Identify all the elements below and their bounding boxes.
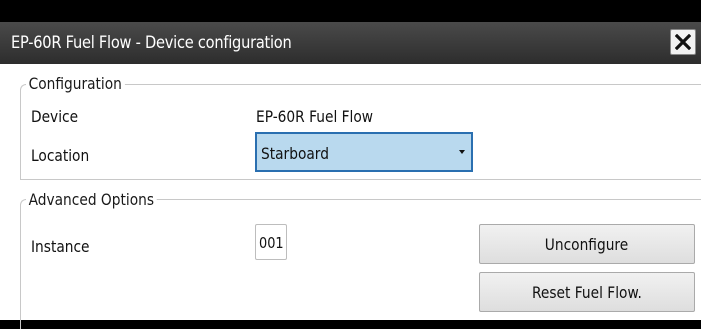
instance-value: 001 [259, 234, 284, 252]
instance-label: Instance [31, 237, 90, 256]
dropdown-arrow-icon [459, 150, 465, 154]
unconfigure-button[interactable]: Unconfigure [479, 224, 695, 264]
location-label: Location [31, 146, 90, 165]
top-strip [0, 0, 701, 22]
dialog-titlebar: EP-60R Fuel Flow - Device configuration [0, 22, 701, 65]
instance-field[interactable]: 001 [255, 224, 287, 260]
close-icon [675, 34, 691, 50]
device-value: EP-60R Fuel Flow [256, 107, 374, 126]
dialog-title: EP-60R Fuel Flow - Device configuration [11, 33, 292, 53]
dialog-body: Configuration Device EP-60R Fuel Flow Lo… [0, 64, 701, 329]
device-label: Device [31, 107, 79, 126]
unconfigure-button-label: Unconfigure [545, 235, 629, 254]
location-selected-value: Starboard [261, 144, 329, 163]
reset-fuel-flow-button[interactable]: Reset Fuel Flow. [479, 272, 695, 312]
location-select[interactable]: Starboard [255, 132, 473, 172]
advanced-options-legend: Advanced Options [26, 190, 157, 209]
reset-fuel-flow-button-label: Reset Fuel Flow. [532, 283, 642, 302]
close-button[interactable] [670, 29, 696, 55]
configuration-legend: Configuration [26, 74, 125, 93]
